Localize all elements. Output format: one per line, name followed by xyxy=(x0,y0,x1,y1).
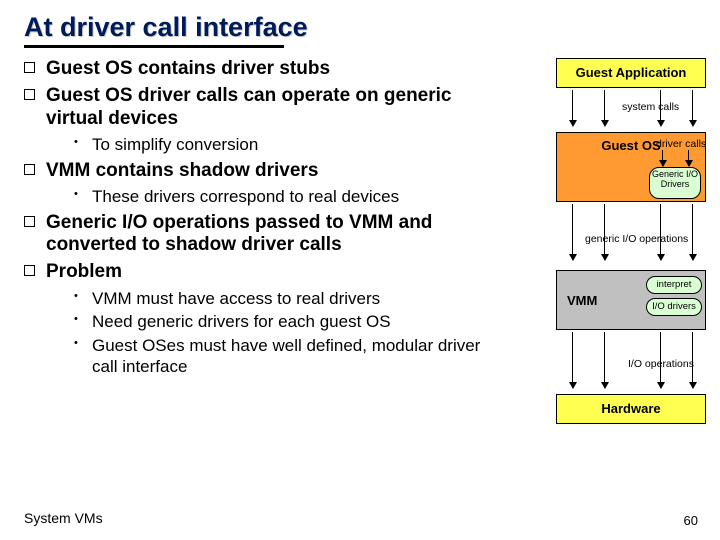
arrow-down-icon xyxy=(572,90,573,126)
vmm-label: VMM xyxy=(567,293,597,308)
hardware-box: Hardware xyxy=(556,394,706,424)
bullet-square-icon xyxy=(24,164,35,175)
bullet-text: Guest OS contains driver stubs xyxy=(46,58,330,79)
bullet-square-icon xyxy=(24,89,35,100)
bullet-square-icon xyxy=(24,216,35,227)
generic-io-drivers-box: Generic I/O Drivers xyxy=(649,167,701,199)
subbullet-text: Need generic drivers for each guest OS xyxy=(92,312,391,331)
arrow-down-icon xyxy=(692,204,693,260)
arrow-down-icon xyxy=(572,332,573,388)
interpret-box: interpret xyxy=(646,276,702,294)
bullet-4: Generic I/O operations passed to VMM and… xyxy=(24,212,504,258)
slide-title: At driver call interface xyxy=(24,12,706,43)
driver-calls-label: driver calls xyxy=(656,138,706,150)
bullet-3: VMM contains shadow drivers These driver… xyxy=(24,160,504,208)
page-number: 60 xyxy=(684,513,698,528)
io-drivers-box: I/O drivers xyxy=(646,298,702,316)
subbullet-5-1: VMM must have access to real drivers xyxy=(74,288,504,309)
bullet-text: VMM contains shadow drivers xyxy=(46,160,318,181)
text-column: Guest OS contains driver stubs Guest OS … xyxy=(24,58,510,381)
bullet-1: Guest OS contains driver stubs xyxy=(24,58,504,81)
subbullet-text: VMM must have access to real drivers xyxy=(92,289,380,308)
arrow-down-icon xyxy=(604,204,605,260)
subbullet-5-3: Guest OSes must have well defined, modul… xyxy=(74,335,504,378)
guest-application-box: Guest Application xyxy=(556,58,706,88)
subbullet-5-2: Need generic drivers for each guest OS xyxy=(74,311,504,332)
footer-left: System VMs xyxy=(24,510,103,526)
bullet-2: Guest OS driver calls can operate on gen… xyxy=(24,85,504,156)
arrow-down-icon xyxy=(692,90,693,126)
subbullet-text: To simplify conversion xyxy=(92,135,258,154)
subbullet-3-1: These drivers correspond to real devices xyxy=(74,186,504,207)
subbullet-text: These drivers correspond to real devices xyxy=(92,187,399,206)
arrow-down-icon xyxy=(604,332,605,388)
arrow-down-icon xyxy=(660,204,661,260)
architecture-diagram: Guest Application system calls Guest OS … xyxy=(510,58,706,458)
bullet-text: Generic I/O operations passed to VMM and… xyxy=(46,212,432,256)
arrow-down-icon xyxy=(604,90,605,126)
arrow-down-icon xyxy=(662,150,663,166)
bullet-5: Problem VMM must have access to real dri… xyxy=(24,261,504,377)
bullet-text: Guest OS driver calls can operate on gen… xyxy=(46,85,452,129)
subbullet-2-1: To simplify conversion xyxy=(74,134,504,155)
arrow-down-icon xyxy=(688,150,689,166)
bullet-square-icon xyxy=(24,265,35,276)
system-calls-label: system calls xyxy=(622,101,679,113)
generic-io-ops-label: generic I/O operations xyxy=(585,233,688,245)
generic-io-drivers-l2: Drivers xyxy=(650,180,700,190)
io-operations-label: I/O operations xyxy=(628,358,694,370)
arrow-down-icon xyxy=(572,204,573,260)
bullet-square-icon xyxy=(24,62,35,73)
subbullet-text: Guest OSes must have well defined, modul… xyxy=(92,336,480,376)
bullet-text: Problem xyxy=(46,261,122,282)
title-underline xyxy=(24,45,284,48)
